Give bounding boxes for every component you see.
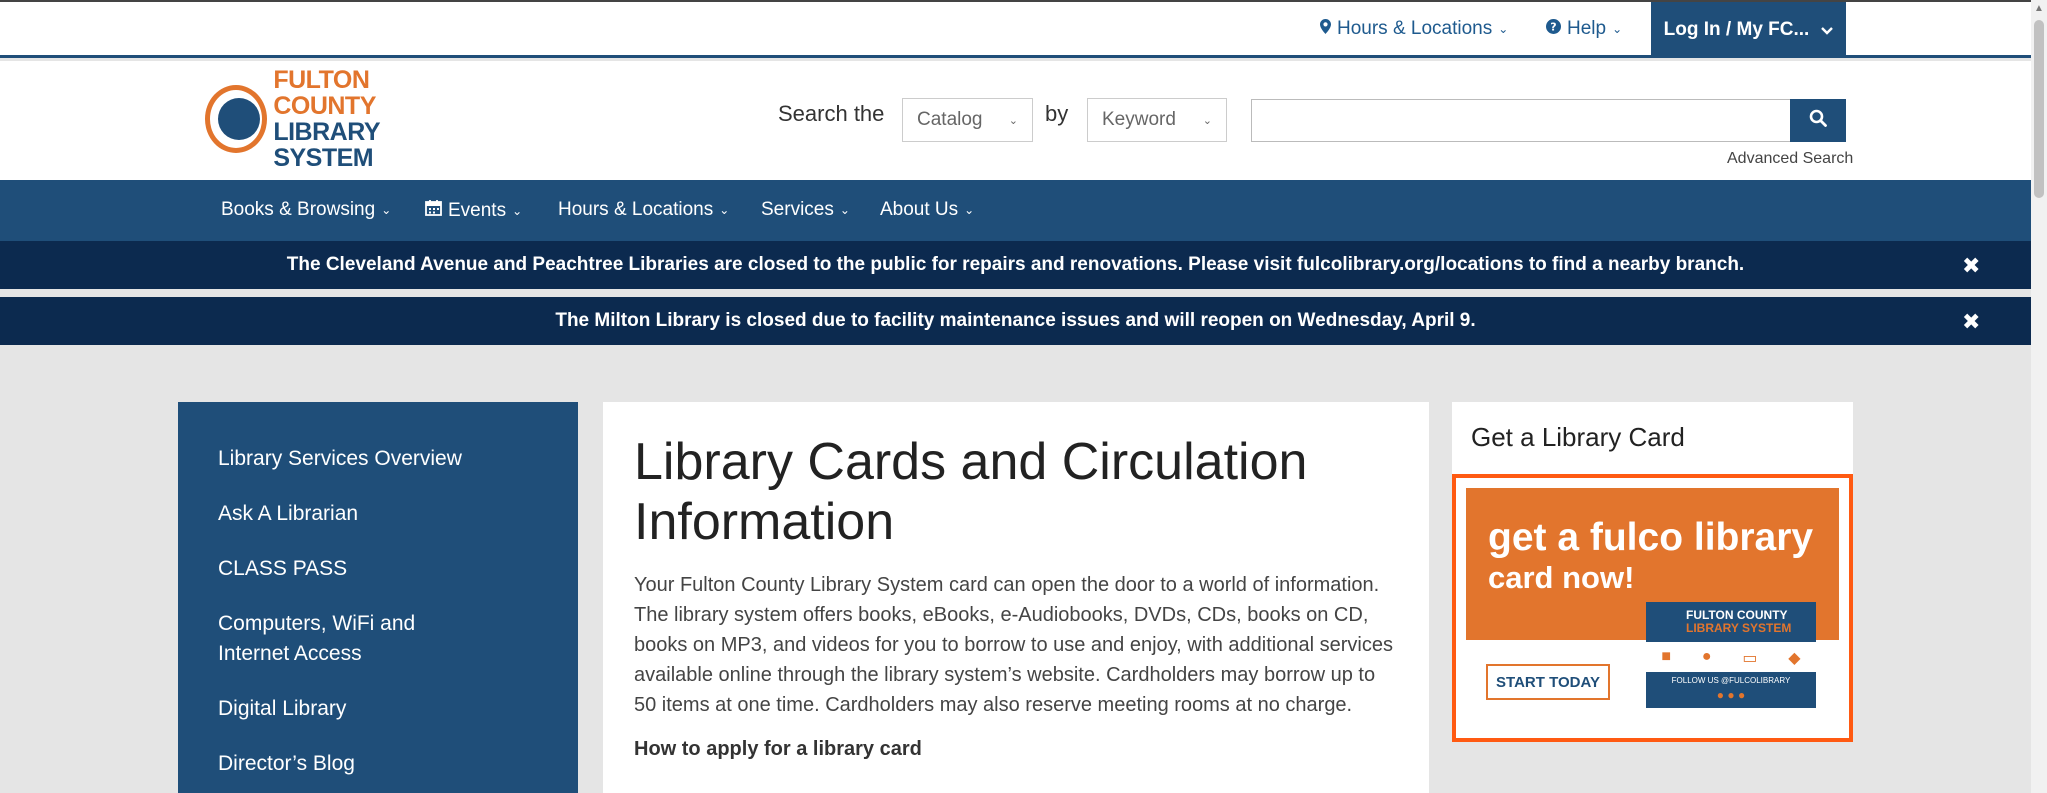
alert-banner: The Milton Library is closed due to faci… xyxy=(0,297,2031,345)
nav-about-us[interactable]: About Us ⌄ xyxy=(880,199,974,221)
alert-text: The Milton Library is closed due to faci… xyxy=(555,310,1476,331)
catalog-select-value: Catalog xyxy=(917,109,983,130)
promo-start-today: START TODAY xyxy=(1486,664,1610,700)
nav-services[interactable]: Services ⌄ xyxy=(761,199,850,221)
promo-headline: get a fulco library xyxy=(1488,516,1814,559)
nav-events[interactable]: Events ⌄ xyxy=(425,199,522,222)
map-marker-icon xyxy=(1320,18,1331,40)
library-card-promo[interactable]: get a fulco library card now! FULTON COU… xyxy=(1452,474,1853,742)
utility-help-label: Help xyxy=(1567,18,1607,39)
scrollbar-thumb[interactable] xyxy=(2034,20,2044,198)
keyword-select-value: Keyword xyxy=(1102,109,1176,130)
services-sidebar: Library Services Overview Ask A Libraria… xyxy=(178,402,578,793)
site-logo[interactable]: FULTON COUNTY LIBRARY SYSTEM xyxy=(205,67,465,171)
page-scrollbar[interactable]: ▲ xyxy=(2031,0,2047,793)
tree-logo-icon xyxy=(205,85,268,153)
chat-icon: ◆ xyxy=(1788,650,1801,667)
chevron-down-icon: ⌄ xyxy=(512,203,523,218)
book-icon: ■ xyxy=(1661,648,1672,665)
sidebar-item-digital-library[interactable]: Digital Library xyxy=(178,694,578,724)
login-label: Log In / My FC... xyxy=(1663,19,1810,40)
utility-help-link[interactable]: ? Help ⌄ xyxy=(1546,18,1622,40)
alert-banner: The Cleveland Avenue and Peachtree Libra… xyxy=(0,241,2031,289)
calendar-icon xyxy=(425,199,442,222)
by-label: by xyxy=(1045,101,1069,126)
intro-paragraph: Your Fulton County Library System card c… xyxy=(634,574,1393,716)
search-input[interactable] xyxy=(1251,99,1791,142)
sidebar-item-class-pass[interactable]: CLASS PASS xyxy=(178,554,578,584)
nav-hours-locations[interactable]: Hours & Locations ⌄ xyxy=(558,199,729,221)
instagram-icon: ● xyxy=(1737,688,1746,702)
nav-books-browsing[interactable]: Books & Browsing ⌄ xyxy=(221,199,391,221)
keyword-select[interactable]: Keyword ⌄ xyxy=(1087,98,1227,142)
promo-logo-line-2: LIBRARY SYSTEM xyxy=(1686,621,1792,635)
scroll-up-icon[interactable]: ▲ xyxy=(2034,3,2044,14)
chevron-down-icon xyxy=(1821,19,1834,41)
people-icon: ● xyxy=(1701,648,1712,665)
twitter-icon: ● xyxy=(1716,688,1725,702)
utility-bar: Hours & Locations ⌄ ? Help ⌄ Log In / My… xyxy=(0,0,2031,58)
close-icon[interactable]: ✖ xyxy=(1962,309,1980,335)
library-card-panel: Get a Library Card get a fulco library c… xyxy=(1452,402,1853,742)
advanced-search-link[interactable]: Advanced Search xyxy=(1727,150,1853,168)
promo-image: get a fulco library card now! FULTON COU… xyxy=(1466,488,1839,728)
sidebar-item-ask-a-librarian[interactable]: Ask A Librarian xyxy=(178,499,578,529)
search-prefix-label: Search the xyxy=(778,101,885,126)
main-nav: Books & Browsing ⌄ Events ⌄ Hours & Loca… xyxy=(0,180,2031,241)
logo-line-1: FULTON COUNTY xyxy=(273,66,376,120)
utility-hours-locations-link[interactable]: Hours & Locations ⌄ xyxy=(1320,18,1508,40)
promo-icons: ■ ● ▭ ◆ xyxy=(1646,648,1816,670)
site-header: FULTON COUNTY LIBRARY SYSTEM Search the … xyxy=(0,61,2031,180)
chevron-down-icon: ⌄ xyxy=(381,203,392,217)
chevron-down-icon: ⌄ xyxy=(1008,114,1018,127)
catalog-select[interactable]: Catalog ⌄ xyxy=(902,98,1033,142)
nav-item-label: Books & Browsing xyxy=(221,199,376,220)
page-title: Library Cards and Circulation Informatio… xyxy=(634,433,1308,551)
promo-logo: FULTON COUNTY LIBRARY SYSTEM xyxy=(1646,602,1816,642)
panel-title: Get a Library Card xyxy=(1471,422,1685,452)
promo-follow-bar: FOLLOW US @FULCOLIBRARY ● ● ● xyxy=(1646,672,1816,708)
chevron-down-icon: ⌄ xyxy=(1612,22,1623,36)
svg-text:?: ? xyxy=(1550,21,1556,34)
chevron-down-icon: ⌄ xyxy=(839,203,850,217)
sidebar-item-directors-blog[interactable]: Director’s Blog xyxy=(178,749,578,779)
nav-item-label: Services xyxy=(761,199,834,220)
search-button[interactable] xyxy=(1790,99,1846,142)
laptop-icon: ▭ xyxy=(1742,650,1758,667)
chevron-down-icon: ⌄ xyxy=(964,203,975,217)
facebook-icon: ● xyxy=(1727,688,1735,702)
alert-text: The Cleveland Avenue and Peachtree Libra… xyxy=(286,254,1745,275)
question-circle-icon: ? xyxy=(1546,18,1561,40)
login-button[interactable]: Log In / My FC... xyxy=(1651,2,1846,58)
main-content: Library Cards and Circulation Informatio… xyxy=(603,402,1429,793)
sidebar-item-computers-wifi[interactable]: Computers, WiFi and Internet Access xyxy=(178,609,508,669)
nav-item-label: About Us xyxy=(880,199,959,220)
apply-subheading: How to apply for a library card xyxy=(634,738,922,760)
utility-hours-label: Hours & Locations xyxy=(1337,18,1493,39)
chevron-down-icon: ⌄ xyxy=(1202,114,1212,127)
nav-item-label: Hours & Locations xyxy=(558,199,714,220)
chevron-down-icon: ⌄ xyxy=(719,203,730,217)
logo-line-2: LIBRARY SYSTEM xyxy=(273,118,380,172)
sidebar-item-library-services-overview[interactable]: Library Services Overview xyxy=(178,444,578,474)
promo-follow-text: FOLLOW US @FULCOLIBRARY xyxy=(1671,676,1791,685)
chevron-down-icon: ⌄ xyxy=(1498,22,1509,36)
promo-subheadline: card now! xyxy=(1488,560,1635,595)
nav-item-label: Events xyxy=(448,199,507,221)
close-icon[interactable]: ✖ xyxy=(1962,253,1980,279)
search-icon xyxy=(1809,109,1827,132)
